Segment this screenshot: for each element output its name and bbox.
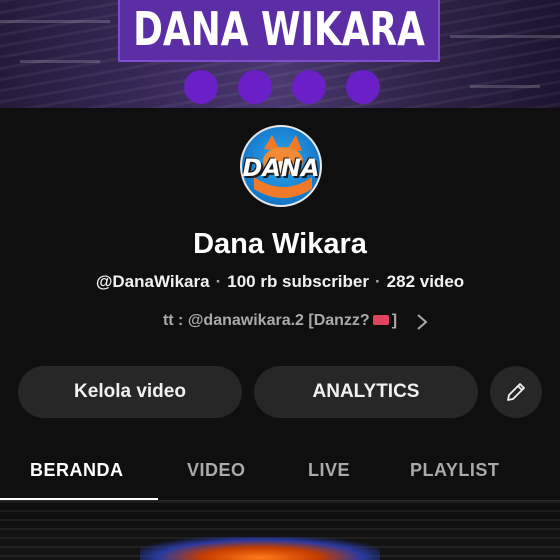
banner-dot [238, 70, 272, 104]
banner-title-box: DANA WIKARA [118, 0, 440, 62]
manage-videos-button[interactable]: Kelola video [18, 366, 242, 418]
channel-avatar[interactable]: DANA [240, 125, 322, 207]
thumbnail-glow [140, 537, 380, 560]
banner-dot [184, 70, 218, 104]
banner-dot [292, 70, 326, 104]
analytics-button[interactable]: ANALYTICS [254, 366, 478, 418]
edit-channel-button[interactable] [490, 366, 542, 418]
banner-decoration [470, 85, 540, 88]
banner-dot [346, 70, 380, 104]
channel-stats: @DanaWikara · 100 rb subscriber · 282 video [0, 272, 560, 292]
tab-live[interactable]: LIVE [308, 460, 350, 481]
banner-decoration [0, 20, 110, 23]
ticket-emoji-icon [372, 314, 389, 325]
channel-name: Dana Wikara [193, 228, 367, 260]
pencil-icon [507, 383, 525, 401]
tab-playlist[interactable]: PLAYLIST [410, 460, 499, 481]
manage-videos-label: Kelola video [74, 381, 186, 402]
channel-banner: DANA WIKARA [0, 0, 560, 108]
channel-tabs: BERANDA VIDEO LIVE PLAYLIST [0, 446, 560, 500]
video-count: 282 video [386, 272, 465, 291]
featured-video-thumbnail[interactable] [0, 501, 560, 560]
tab-video[interactable]: VIDEO [187, 460, 246, 481]
description-text-end: ] [391, 312, 398, 329]
avatar-text: DANA [242, 154, 320, 182]
separator-dot: · [215, 272, 222, 291]
channel-handle: @DanaWikara [95, 272, 210, 291]
channel-description[interactable]: tt : @danawikara.2 [Danzz?] [0, 312, 560, 330]
banner-title: DANA WIKARA [133, 2, 425, 56]
separator-dot: · [375, 272, 381, 291]
tab-beranda[interactable]: BERANDA [30, 460, 124, 481]
banner-decoration [450, 35, 560, 38]
subscriber-count: 100 rb subscriber [227, 272, 369, 291]
description-text: tt : @danawikara.2 [Danzz? [162, 312, 370, 329]
banner-decoration [20, 60, 100, 63]
chevron-right-icon[interactable] [416, 313, 428, 336]
analytics-label: ANALYTICS [312, 381, 420, 402]
